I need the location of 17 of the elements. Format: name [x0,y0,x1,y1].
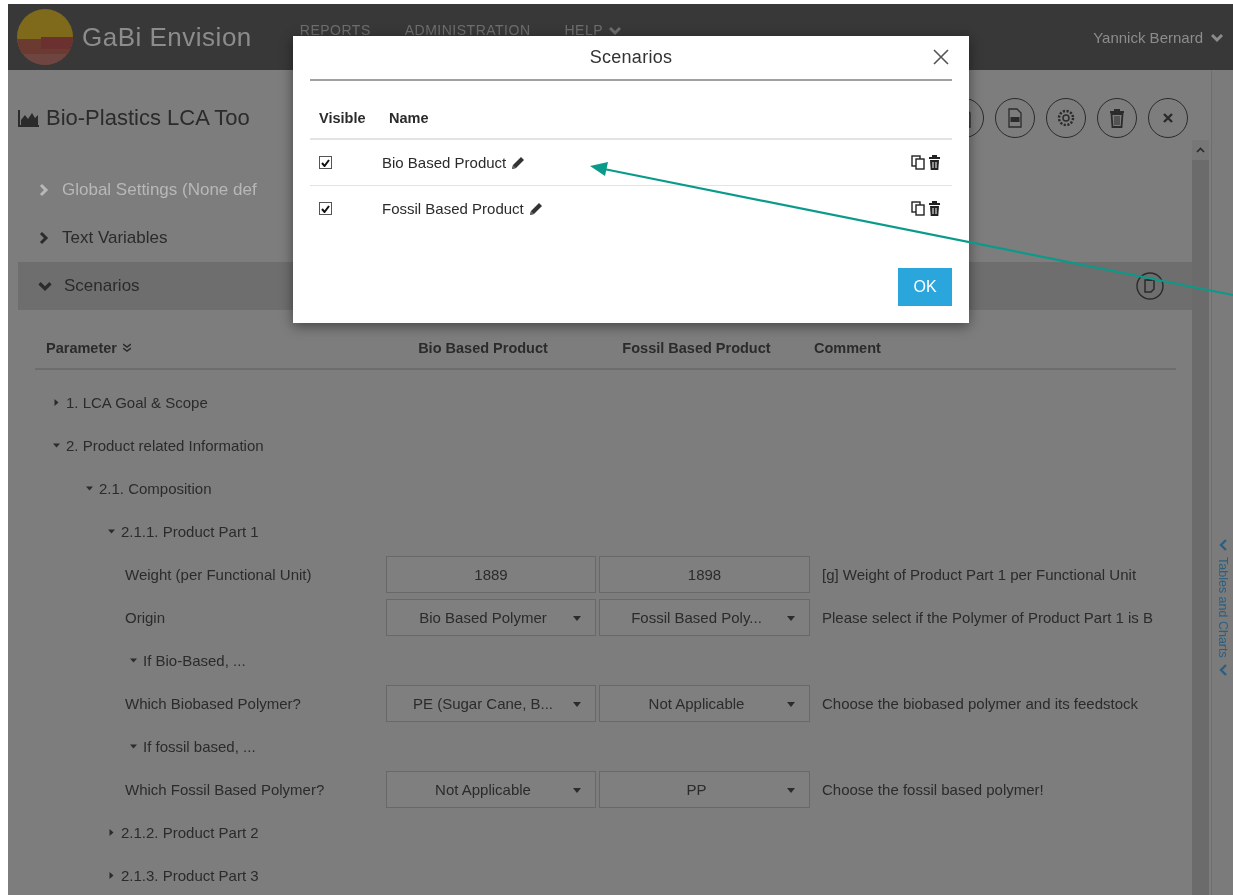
comment-text: Choose the fossil based polymer! [821,781,1045,798]
scenario-name: Fossil Based Product [382,200,524,217]
report-title: Bio-Plastics LCA Too [46,105,250,131]
dialog-title: Scenarios [589,47,673,68]
comment-text: Please select if the Polymer of Product Part 1 is B [821,609,1154,626]
column-header: Visible [318,110,367,126]
parameter-label: Origin [125,609,165,626]
parameter-label: Which Fossil Based Polymer? [125,781,325,798]
comment-text: Choose the biobased polymer and its feedstock [821,695,1140,712]
column-header: Fossil Based Product [621,340,772,356]
comment-text: [g] Weight of Product Part 1 per Functional Unit [821,566,1138,583]
column-header: Name [389,110,429,126]
parameter-label: Weight (per Functional Unit) [125,566,312,583]
column-header: Bio Based Product [417,340,549,356]
column-header: Comment [813,340,882,356]
parameter-label: Which Biobased Polymer? [125,695,301,712]
scenario-name: Bio Based Product [382,154,507,171]
